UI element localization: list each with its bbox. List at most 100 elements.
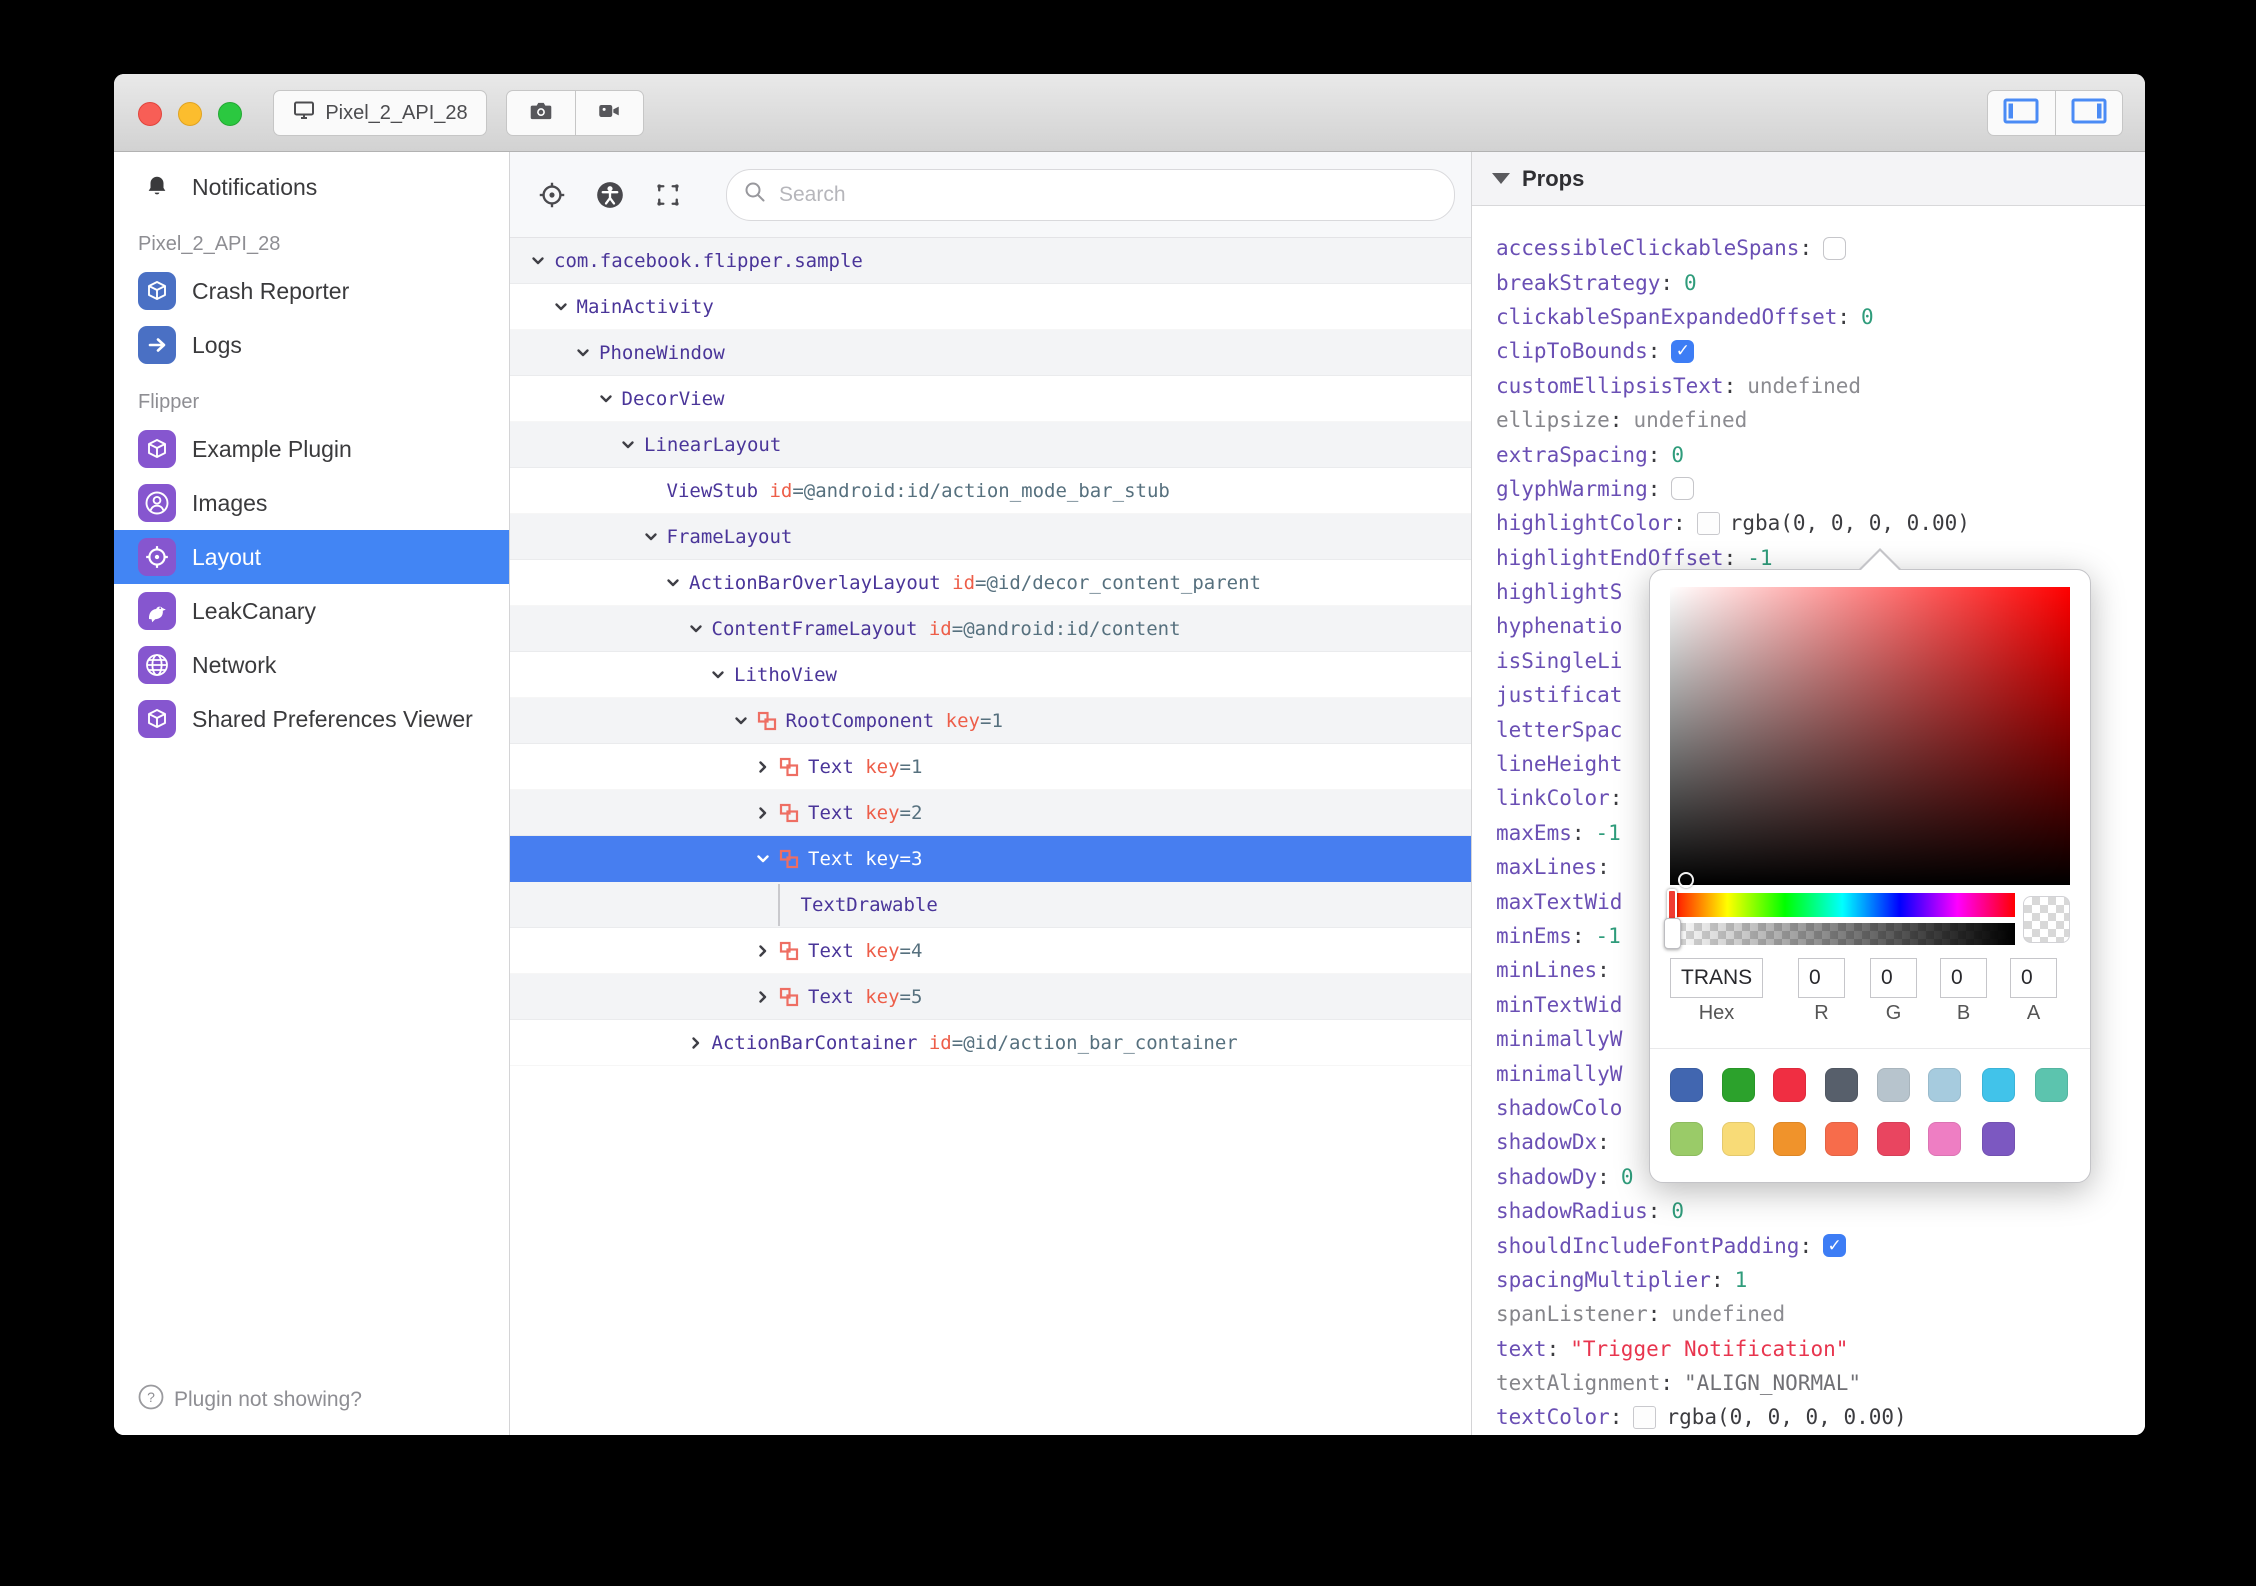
preset-color-swatch[interactable]	[1670, 1068, 1703, 1102]
chevron-down-icon[interactable]	[643, 529, 659, 545]
attr-value: =5	[899, 985, 923, 1008]
search-input[interactable]	[777, 181, 1438, 208]
tree-row[interactable]: RootComponent key =1	[510, 698, 1471, 744]
preset-color-swatch[interactable]	[1670, 1122, 1703, 1156]
sidebar-item-example-plugin[interactable]: Example Plugin	[114, 422, 509, 476]
sidebar-item-notifications[interactable]: Notifications	[114, 160, 509, 214]
props-header[interactable]: Props	[1472, 152, 2145, 206]
chevron-down-icon[interactable]	[710, 667, 726, 683]
chevron-down-icon[interactable]	[553, 299, 569, 315]
tree-row[interactable]: Text key =4	[510, 928, 1471, 974]
screen-record-button[interactable]	[574, 91, 644, 135]
tree-row[interactable]: TextDrawable	[510, 882, 1471, 928]
chevron-right-icon[interactable]	[755, 759, 771, 775]
accessibility-mode-button[interactable]	[596, 181, 624, 209]
toggle-right-panel-button[interactable]	[2054, 91, 2123, 135]
preset-color-swatch[interactable]	[1773, 1068, 1806, 1102]
chevron-down-icon[interactable]	[755, 851, 771, 867]
tree-row[interactable]: LithoView	[510, 652, 1471, 698]
hue-slider[interactable]	[1667, 889, 2015, 921]
green-input[interactable]	[1870, 958, 1917, 998]
prop-key: breakStrategy	[1496, 270, 1661, 295]
chevron-down-icon[interactable]	[620, 437, 636, 453]
sidebar-item-leakcanary[interactable]: LeakCanary	[114, 584, 509, 638]
hex-input[interactable]	[1670, 958, 1763, 998]
preset-color-swatch[interactable]	[1722, 1122, 1755, 1156]
tree-row[interactable]: ActionBarContainer id =@id/action_bar_con…	[510, 1020, 1471, 1066]
chevron-down-icon[interactable]	[688, 621, 704, 637]
tree-row[interactable]: MainActivity	[510, 284, 1471, 330]
tree-row[interactable]: FrameLayout	[510, 514, 1471, 560]
sv-cursor[interactable]	[1678, 872, 1694, 888]
chevron-down-icon[interactable]	[575, 345, 591, 361]
tree-row[interactable]: ContentFrameLayout id =@android:id/conten…	[510, 606, 1471, 652]
tree-row[interactable]: com.facebook.flipper.sample	[510, 238, 1471, 284]
preset-color-swatch[interactable]	[1825, 1122, 1858, 1156]
screenshot-button[interactable]	[507, 91, 575, 135]
zoom-window-button[interactable]	[218, 102, 242, 126]
checkbox-unchecked[interactable]	[1671, 477, 1695, 501]
sidebar-item-crash-reporter[interactable]: Crash Reporter	[114, 264, 509, 318]
tree-row[interactable]: ActionBarOverlayLayout id =@id/decor_cont…	[510, 560, 1471, 606]
toggle-left-panel-button[interactable]	[1988, 91, 2055, 135]
sidebar-item-shared-preferences-viewer[interactable]: Shared Preferences Viewer	[114, 692, 509, 746]
prop-key: glyphWarming	[1496, 476, 1648, 501]
select-frame-button[interactable]	[654, 181, 682, 209]
chevron-right-icon[interactable]	[755, 943, 771, 959]
alpha-input[interactable]	[2010, 958, 2057, 998]
preset-color-swatch[interactable]	[1928, 1068, 1961, 1102]
minimize-window-button[interactable]	[178, 102, 202, 126]
sidebar-item-network[interactable]: Network	[114, 638, 509, 692]
plugin-help-link[interactable]: ? Plugin not showing?	[138, 1384, 362, 1416]
color-swatch-button[interactable]	[1696, 511, 1720, 535]
tree-row[interactable]: LinearLayout	[510, 422, 1471, 468]
preset-color-swatch[interactable]	[1928, 1122, 1961, 1156]
chevron-right-icon[interactable]	[755, 805, 771, 821]
preset-color-swatch[interactable]	[1982, 1068, 2015, 1102]
tree-row[interactable]: PhoneWindow	[510, 330, 1471, 376]
tree-row[interactable]: Text key =3	[510, 836, 1471, 882]
search-box[interactable]	[726, 168, 1455, 221]
sidebar-item-label: Notifications	[192, 173, 318, 200]
chevron-down-icon[interactable]	[733, 713, 749, 729]
sidebar-item-images[interactable]: Images	[114, 476, 509, 530]
chevron-down-icon[interactable]	[665, 575, 681, 591]
checkbox-checked[interactable]: ✓	[1823, 1234, 1847, 1258]
preset-color-swatch[interactable]	[1722, 1068, 1755, 1102]
chevron-down-icon[interactable]	[598, 391, 614, 407]
prop-row: ellipsize: undefined	[1496, 408, 1748, 433]
preset-color-swatch[interactable]	[1825, 1068, 1858, 1102]
tree-row[interactable]: ViewStub id =@android:id/action_mode_bar_…	[510, 468, 1471, 514]
alpha-slider-handle[interactable]	[1664, 918, 1681, 949]
chevron-right-icon[interactable]	[688, 1035, 704, 1051]
target-mode-button[interactable]	[538, 181, 566, 209]
tree-row[interactable]: DecorView	[510, 376, 1471, 422]
chevron-down-icon[interactable]	[530, 253, 546, 269]
saturation-value-area[interactable]	[1670, 587, 2070, 888]
device-selector-button[interactable]: Pixel_2_API_28	[273, 90, 487, 136]
prop-key: minTextWid	[1496, 992, 1623, 1017]
red-input[interactable]	[1798, 958, 1845, 998]
preset-color-swatch[interactable]	[1773, 1122, 1806, 1156]
preset-color-swatch[interactable]	[1982, 1122, 2015, 1156]
checkbox-checked[interactable]: ✓	[1671, 339, 1695, 363]
hue-slider-handle[interactable]	[1667, 889, 1677, 921]
preset-color-swatch[interactable]	[2035, 1068, 2068, 1102]
tree-row[interactable]: Text key =2	[510, 790, 1471, 836]
prop-key: highlightColor	[1496, 511, 1674, 536]
color-swatch-button[interactable]	[1633, 1405, 1657, 1429]
checkbox-unchecked[interactable]	[1823, 236, 1847, 260]
prop-value: -1	[1595, 820, 1621, 845]
sidebar-item-layout[interactable]: Layout	[114, 530, 509, 584]
target-icon	[138, 538, 176, 576]
blue-input[interactable]	[1940, 958, 1987, 998]
preset-color-swatch[interactable]	[1877, 1068, 1910, 1102]
tree-row[interactable]: Text key =1	[510, 744, 1471, 790]
close-window-button[interactable]	[138, 102, 162, 126]
tree-row[interactable]: Text key =5	[510, 974, 1471, 1020]
chevron-right-icon[interactable]	[755, 989, 771, 1005]
sidebar-item-logs[interactable]: Logs	[114, 318, 509, 372]
prop-row: spacingMultiplier:1	[1496, 1267, 1748, 1292]
alpha-slider[interactable]	[1664, 918, 2015, 949]
preset-color-swatch[interactable]	[1877, 1122, 1910, 1156]
